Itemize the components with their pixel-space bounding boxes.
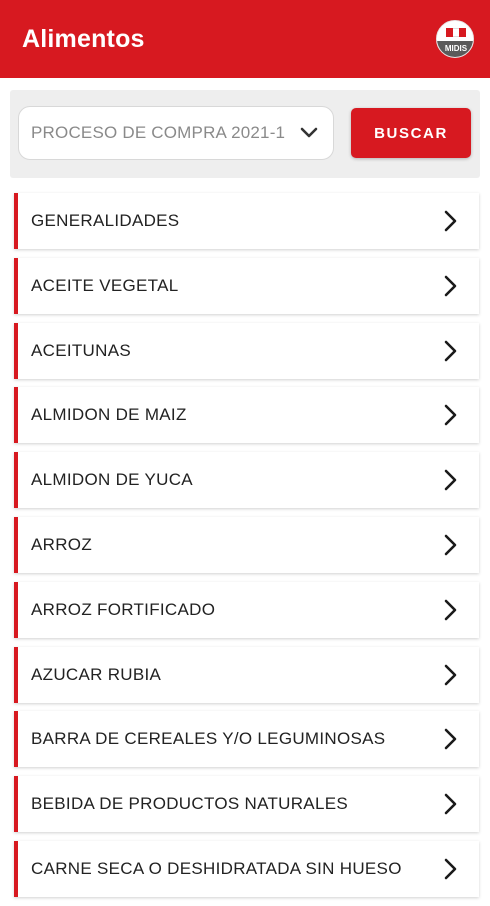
- logo-flag-red-right: [459, 28, 466, 37]
- chevron-right-icon: [444, 599, 457, 621]
- list-item[interactable]: ALMIDON DE YUCA: [14, 452, 479, 509]
- list-item[interactable]: ALMIDON DE MAIZ: [14, 387, 479, 444]
- list-item-label: BARRA DE CEREALES Y/O LEGUMINOSAS: [31, 729, 386, 749]
- filter-panel: PROCESO DE COMPRA 2021-1 BUSCAR: [10, 90, 480, 178]
- logo-text: MIDIS: [437, 41, 473, 57]
- list-item-label: ARROZ: [31, 534, 92, 554]
- chevron-right-icon: [444, 664, 457, 685]
- chevron-right-icon: [444, 275, 457, 297]
- list-item[interactable]: CARNE SECA O DESHIDRATADA SIN HUESO: [14, 840, 479, 897]
- search-button[interactable]: BUSCAR: [351, 108, 471, 158]
- list-item-label: ACEITE VEGETAL: [31, 275, 179, 295]
- list-item[interactable]: GENERALIDADES: [14, 193, 479, 249]
- chevron-right-icon: [444, 469, 457, 491]
- page-title: Alimentos: [22, 24, 145, 53]
- logo-flag-red-left: [446, 28, 453, 37]
- list-item[interactable]: BEBIDA DE PRODUCTOS NATURALES: [14, 776, 479, 833]
- list-item-label: ACEITUNAS: [31, 340, 131, 360]
- list-item[interactable]: ARROZ FORTIFICADO: [14, 581, 479, 638]
- app-bar: Alimentos MIDIS: [0, 0, 490, 78]
- government-logo-icon[interactable]: MIDIS: [436, 20, 474, 58]
- chevron-right-icon: [444, 405, 457, 426]
- list-item-label: AZUCAR RUBIA: [31, 664, 162, 684]
- chevron-right-icon: [444, 534, 457, 556]
- list-item-label: ARROZ FORTIFICADO: [31, 599, 216, 619]
- list-item[interactable]: BARRA DE CEREALES Y/O LEGUMINOSAS: [14, 711, 479, 768]
- list-item-label: ALMIDON DE YUCA: [31, 470, 193, 490]
- chevron-right-icon: [444, 858, 457, 880]
- category-list: GENERALIDADES ACEITE VEGETAL ACEITUNAS ALMI…: [14, 193, 479, 906]
- chevron-down-icon: [300, 127, 318, 138]
- chevron-right-icon: [444, 729, 457, 750]
- chevron-right-icon: [444, 210, 457, 232]
- list-item-label: BEBIDA DE PRODUCTOS NATURALES: [31, 794, 348, 814]
- list-item[interactable]: ACEITUNAS: [14, 322, 479, 379]
- list-item[interactable]: ARROZ: [14, 516, 479, 573]
- purchase-process-select[interactable]: PROCESO DE COMPRA 2021-1: [18, 106, 334, 160]
- selected-process-value: PROCESO DE COMPRA 2021-1: [31, 123, 286, 142]
- list-item-label: CARNE SECA O DESHIDRATADA SIN HUESO: [31, 858, 402, 878]
- list-item-label: GENERALIDADES: [31, 211, 180, 230]
- chevron-right-icon: [444, 793, 457, 815]
- list-item[interactable]: AZUCAR RUBIA: [14, 646, 479, 703]
- chevron-right-icon: [444, 340, 457, 361]
- list-item[interactable]: ACEITE VEGETAL: [14, 257, 479, 314]
- list-item-label: ALMIDON DE MAIZ: [31, 405, 187, 425]
